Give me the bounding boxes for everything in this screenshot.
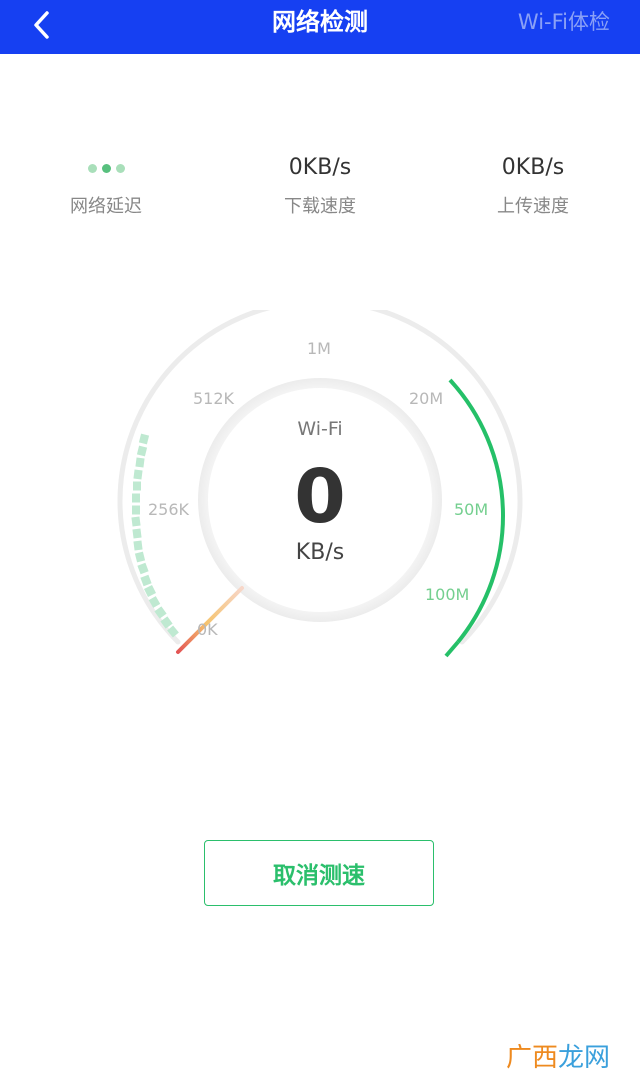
scale-label-512k: 512K [193, 389, 235, 408]
speed-value: 0 [294, 454, 346, 540]
scale-label-1m: 1M [307, 339, 331, 358]
scale-label-20m: 20M [409, 389, 444, 408]
three-dot-loading-icon [26, 150, 186, 186]
scale-label-256k: 256K [148, 500, 190, 519]
upload-speed-label: 上传速度 [497, 196, 569, 217]
wifi-check-link[interactable]: Wi-Fi体检 [518, 0, 610, 44]
gauge-end-tick [444, 640, 460, 658]
download-stat: 0KB/s 下载速度 [240, 150, 400, 218]
scale-label-50m: 50M [454, 500, 489, 519]
scale-label-0k: 0K [197, 620, 218, 639]
network-type-label: Wi-Fi [297, 418, 343, 440]
latency-label: 网络延迟 [70, 196, 142, 217]
speed-test-screen: 网络检测 Wi-Fi体检 网络延迟 0KB/s 下载速度 0KB/s 上传速度 [0, 0, 640, 1088]
gauge-progress-ticks [131, 433, 179, 638]
download-speed-value: 0KB/s [288, 155, 352, 180]
watermark: 广西龙网 [505, 1043, 610, 1073]
top-bar: 网络检测 Wi-Fi体检 [0, 0, 640, 54]
latency-stat: 网络延迟 [26, 150, 186, 218]
speed-unit: KB/s [295, 540, 345, 565]
download-speed-label: 下载速度 [284, 196, 356, 217]
upload-speed-value: 0KB/s [501, 155, 565, 180]
scale-label-100m: 100M [425, 585, 470, 604]
loading-dot [87, 163, 97, 173]
upload-stat: 0KB/s 上传速度 [453, 150, 613, 218]
cancel-test-button[interactable]: 取消测速 [204, 840, 434, 906]
loading-dot [101, 163, 111, 173]
loading-dot [115, 163, 125, 173]
